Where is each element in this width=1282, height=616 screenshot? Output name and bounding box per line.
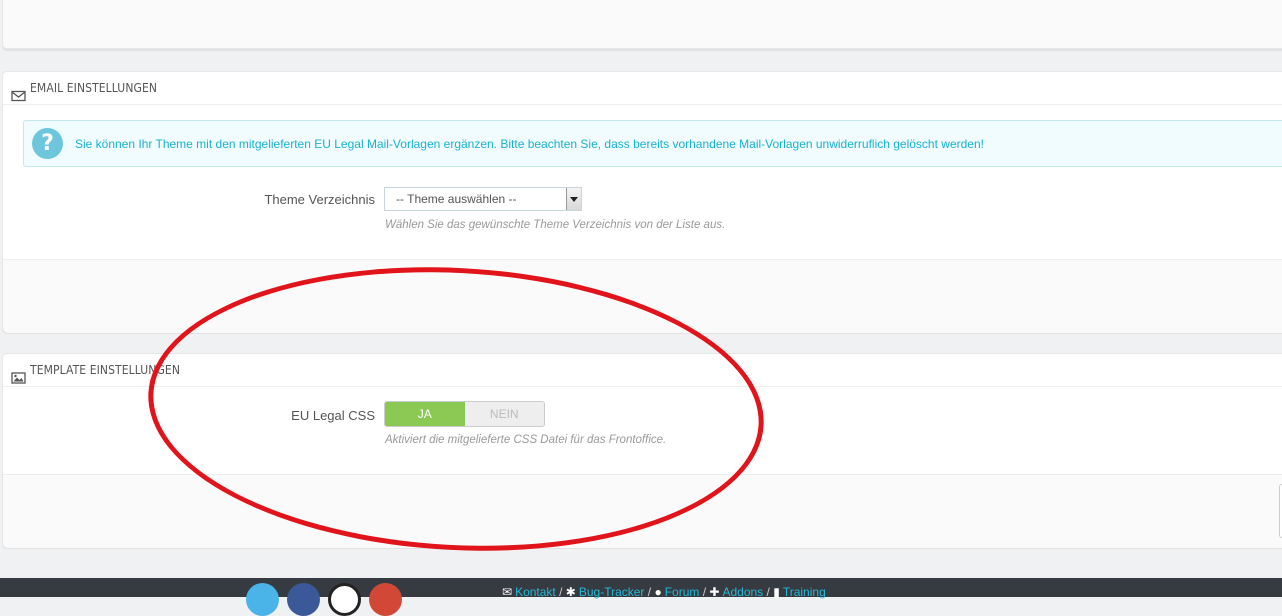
panel-title: EMAIL EINSTELLUNGEN — [30, 81, 158, 95]
theme-directory-label: Theme Verzeichnis — [264, 192, 375, 207]
github-icon[interactable] — [328, 583, 361, 616]
info-alert: ? Sie können Ihr Theme mit den mitgelief… — [23, 120, 1282, 167]
envelope-icon — [11, 82, 26, 102]
facebook-icon[interactable] — [287, 583, 320, 616]
panel-heading: EMAIL EINSTELLUNGEN — [3, 72, 1282, 105]
theme-help-text: Wählen Sie das gewünschte Theme Verzeich… — [385, 219, 726, 231]
info-text: Sie können Ihr Theme mit den mitgeliefer… — [75, 136, 984, 151]
previous-panel — [2, 0, 1282, 49]
page-footer: ✉ Kontakt / ✱ Bug-Tracker / ● Forum / ✚ Addo… — [0, 578, 1282, 616]
email-settings-panel: EMAIL EINSTELLUNGEN ? Sie können Ihr The… — [2, 71, 1282, 333]
google-plus-icon[interactable] — [369, 583, 402, 616]
twitter-icon[interactable] — [246, 583, 279, 616]
select-value: -- Theme auswählen -- — [396, 192, 517, 206]
image-icon — [11, 364, 26, 384]
theme-directory-select[interactable]: -- Theme auswählen -- — [384, 187, 582, 211]
chevron-down-icon[interactable] — [566, 188, 581, 210]
question-icon: ? — [32, 128, 63, 159]
